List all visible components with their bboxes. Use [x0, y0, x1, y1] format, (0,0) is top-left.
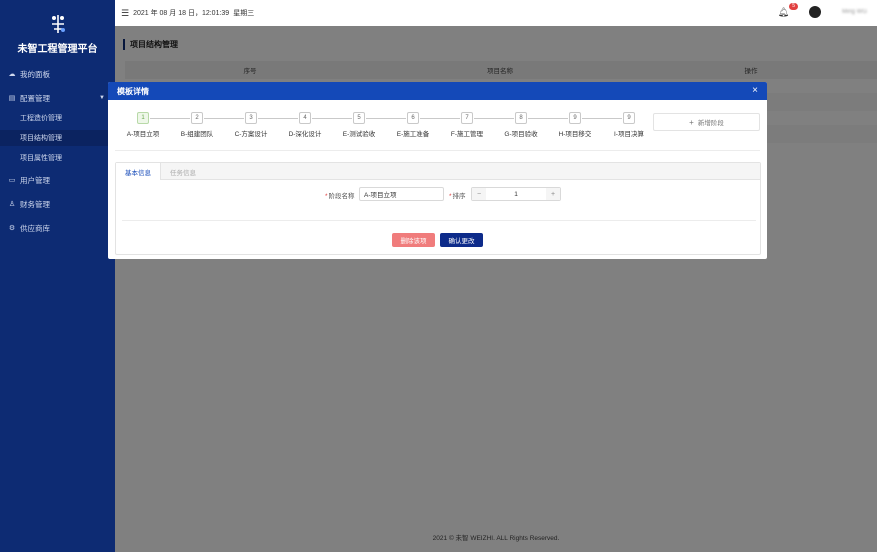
sidebar-item-label: 用户管理 [20, 175, 50, 185]
stage-name-label: *阶段名称 [325, 193, 355, 200]
step-number: 9 [569, 112, 581, 124]
sidebar-item-dashboard[interactable]: ☁ 我的面板 [0, 66, 115, 82]
step-label: B-组建团队 [180, 131, 214, 138]
template-detail-modal: 模板详情 × 1 A-项目立项 2 B-组建团队 3 C-方案设计 4 D-深化… [108, 82, 767, 259]
step-label: F-施工管理 [450, 131, 484, 138]
step-number: 4 [299, 112, 311, 124]
step-connector [474, 118, 514, 119]
sidebar-subitem-cost[interactable]: 工程造价管理 [0, 110, 115, 126]
step-connector [366, 118, 406, 119]
step-label: G-项目验收 [504, 131, 538, 138]
step-number: 3 [245, 112, 257, 124]
menu-toggle-icon[interactable]: ☰ [121, 8, 129, 19]
step-label: H-项目移交 [558, 131, 592, 138]
sidebar-subitem-attributes[interactable]: 项目属性管理 [0, 150, 115, 166]
stage-steps: 1 A-项目立项 2 B-组建团队 3 C-方案设计 4 D-深化设计 5 E-… [116, 112, 646, 140]
step-number: 8 [515, 112, 527, 124]
current-datetime: 2021 年 08 月 18 日，12:01:39 [133, 10, 230, 17]
decrement-button[interactable]: − [472, 188, 486, 200]
step-label: A-项目立项 [126, 131, 160, 138]
step-connector [420, 118, 460, 119]
sidebar-item-suppliers[interactable]: ⚙ 供应商库 [0, 220, 115, 236]
modal-header: 模板详情 × [108, 82, 767, 100]
sidebar-subitem-label: 工程造价管理 [20, 115, 62, 122]
top-bar: ☰ 2021 年 08 月 18 日，12:01:39 星期三 🔔︎ 5 Min… [115, 0, 877, 26]
avatar[interactable] [809, 6, 821, 18]
sidebar-subitem-label: 项目属性管理 [20, 155, 62, 162]
sidebar-nav: ☁ 我的面板 ▤ 配置管理 ▼ 工程造价管理 项目结构管理 项目属性管理 ▭ 用… [0, 66, 115, 244]
step-connector [204, 118, 244, 119]
brand-logo-icon [52, 15, 65, 33]
step-number: 6 [407, 112, 419, 124]
users-icon: ♙ [8, 201, 16, 208]
sidebar-item-finance[interactable]: ♙ 财务管理 [0, 196, 115, 212]
plus-icon: + [689, 117, 694, 127]
step-number: 5 [353, 112, 365, 124]
gear-icon: ⚙ [8, 225, 16, 232]
sidebar-subitem-structure[interactable]: 项目结构管理 [0, 130, 115, 146]
divider [115, 150, 760, 151]
stage-name-input[interactable]: A-项目立项 [359, 187, 444, 201]
step-connector [312, 118, 352, 119]
step-connector [528, 118, 568, 119]
step-label: E-施工准备 [396, 131, 430, 138]
current-weekday: 星期三 [233, 10, 255, 17]
sidebar: 未智工程管理平台 ☁ 我的面板 ▤ 配置管理 ▼ 工程造价管理 项目结构管理 项… [0, 0, 115, 552]
confirm-button[interactable]: 确认更改 [440, 233, 483, 247]
username[interactable]: Ming WG [842, 9, 867, 15]
step-label: C-方案设计 [234, 131, 268, 138]
stage-form-row: *阶段名称 A-项目立项 *排序 − 1 + [116, 187, 762, 201]
notification-badge: 5 [789, 3, 798, 10]
add-stage-label: 新增阶段 [697, 120, 724, 127]
step-label: D-深化设计 [288, 131, 322, 138]
add-stage-button[interactable]: + 新增阶段 [653, 113, 760, 131]
brand-name: 未智工程管理平台 [17, 44, 98, 55]
step-number: 2 [191, 112, 203, 124]
step-connector [150, 118, 190, 119]
divider [122, 220, 756, 221]
step-label: I-项目决算 [614, 131, 644, 138]
step-label: E-测试验收 [342, 131, 376, 138]
stage-detail-panel: 基本信息 任务信息 *阶段名称 A-项目立项 *排序 − 1 + 删除该项 确认… [115, 162, 761, 255]
order-label: *排序 [449, 193, 466, 200]
sidebar-item-users[interactable]: ▭ 用户管理 [0, 172, 115, 188]
document-icon: ▤ [8, 95, 16, 102]
detail-tabs: 基本信息 任务信息 [116, 163, 760, 180]
close-icon[interactable]: × [752, 86, 758, 96]
order-value[interactable]: 1 [486, 188, 546, 200]
sidebar-item-label: 配置管理 [20, 93, 50, 103]
order-stepper: − 1 + [471, 187, 561, 201]
folder-icon: ▭ [8, 177, 16, 184]
tab-task-info[interactable]: 任务信息 [161, 163, 205, 180]
step-connector [582, 118, 622, 119]
sidebar-item-label: 我的面板 [20, 69, 50, 79]
sidebar-item-config[interactable]: ▤ 配置管理 ▼ [0, 90, 115, 106]
tab-basic-info[interactable]: 基本信息 [116, 163, 161, 180]
step-number: 1 [137, 112, 149, 124]
bell-icon[interactable]: 🔔︎ [778, 7, 789, 18]
cloud-icon: ☁ [8, 71, 16, 78]
delete-button[interactable]: 删除该项 [392, 233, 435, 247]
increment-button[interactable]: + [546, 188, 560, 200]
modal-title: 模板详情 [117, 86, 149, 96]
step-connector [258, 118, 298, 119]
step-number: 7 [461, 112, 473, 124]
sidebar-submenu: 工程造价管理 项目结构管理 项目属性管理 [0, 110, 115, 166]
sidebar-item-label: 财务管理 [20, 199, 50, 209]
sidebar-subitem-label: 项目结构管理 [20, 135, 62, 142]
step-number: 9 [623, 112, 635, 124]
caret-down-icon: ▼ [99, 95, 105, 101]
sidebar-item-label: 供应商库 [20, 223, 50, 233]
